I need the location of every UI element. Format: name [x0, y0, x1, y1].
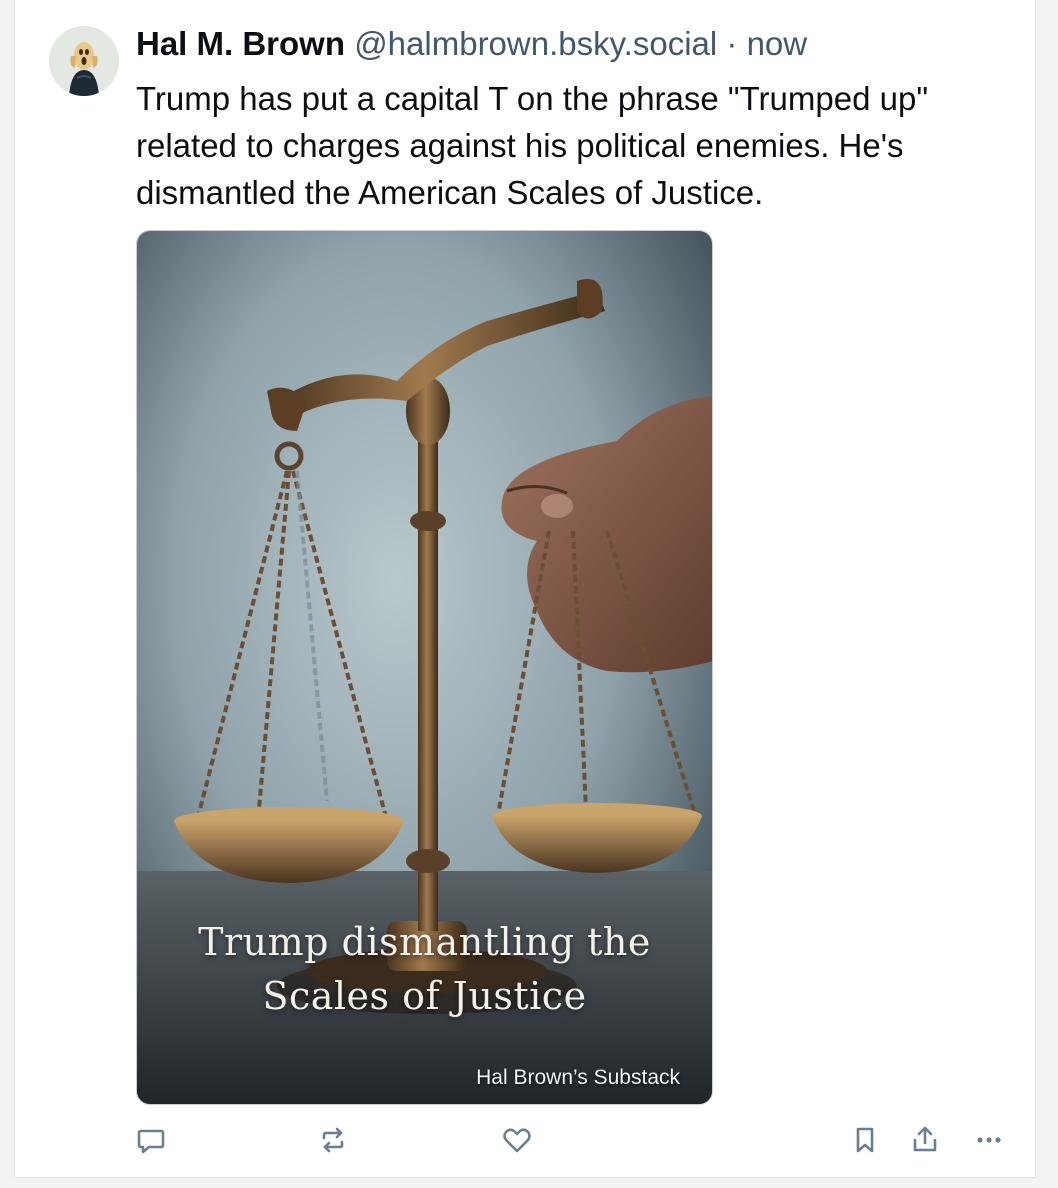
image-watermark: Hal Brown’s Substack — [476, 1066, 680, 1089]
header-separator: · — [726, 25, 738, 62]
more-options-button[interactable] — [969, 1120, 1009, 1160]
like-button[interactable] — [497, 1120, 537, 1160]
bookmark-icon — [856, 1127, 874, 1153]
author-handle[interactable]: @halmbrown.bsky.social — [354, 25, 717, 62]
heart-icon — [503, 1128, 531, 1153]
post-text: Trump has put a capital T on the phrase … — [136, 80, 929, 211]
post-image[interactable]: Trump dismantling the Scales of Justice … — [136, 230, 713, 1105]
image-overlay-title-line1: Trump dismantling the — [198, 920, 651, 964]
avatar[interactable] — [49, 26, 119, 96]
author-display-name[interactable]: Hal M. Brown — [136, 25, 345, 62]
repost-icon — [322, 1127, 344, 1153]
post-timestamp[interactable]: now — [747, 25, 808, 62]
more-icon — [977, 1137, 1001, 1143]
post-header: Hal M. Brown @halmbrown.bsky.social · no… — [136, 24, 807, 64]
post-card[interactable]: Hal M. Brown @halmbrown.bsky.social · no… — [14, 0, 1036, 1178]
image-overlay-title: Trump dismantling the Scales of Justice — [137, 915, 712, 1023]
bookmark-button[interactable] — [845, 1120, 885, 1160]
share-button[interactable] — [905, 1120, 945, 1160]
reply-button[interactable] — [131, 1120, 171, 1160]
repost-button[interactable] — [313, 1120, 353, 1160]
share-icon — [913, 1126, 937, 1152]
image-overlay-title-line2: Scales of Justice — [262, 974, 587, 1018]
scream-avatar-icon — [49, 26, 119, 96]
reply-icon — [137, 1129, 165, 1154]
